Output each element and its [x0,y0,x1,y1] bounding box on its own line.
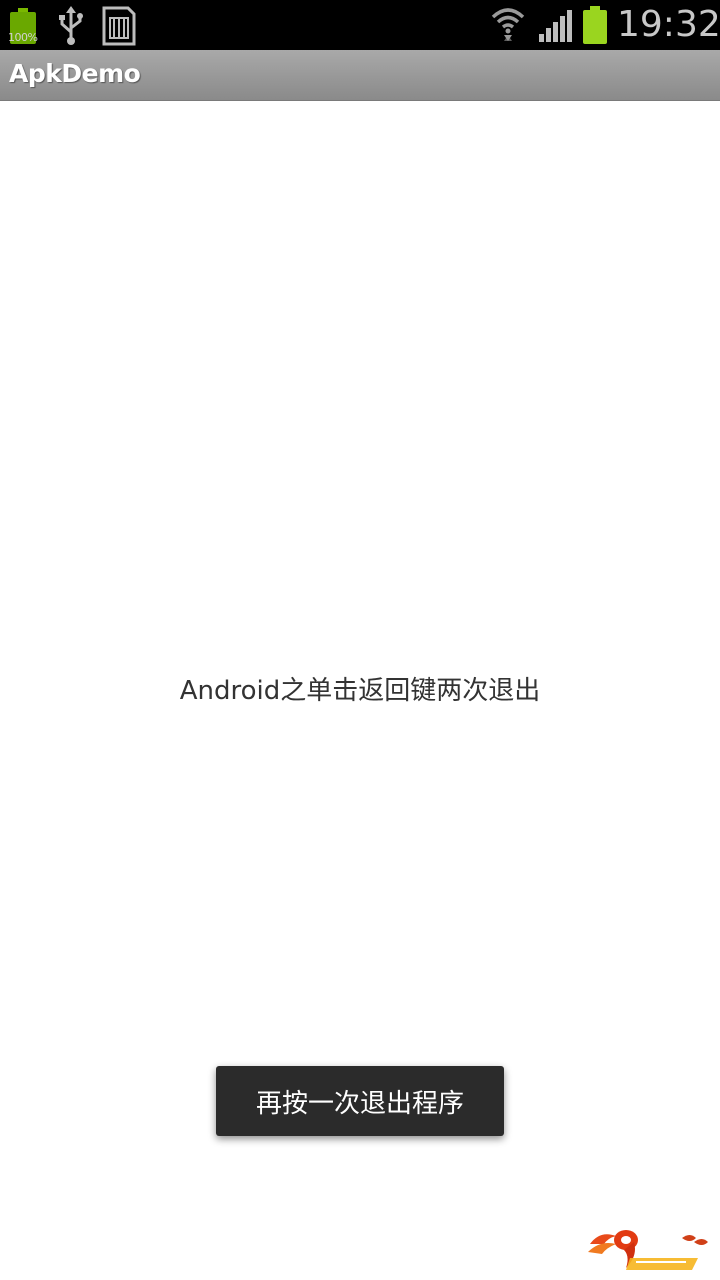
usb-icon [59,6,83,45]
status-bar: 100% 19:32 [0,0,720,50]
main-message: Android之单击返回键两次退出 [179,676,541,706]
app-title: ApkDemo [9,59,141,88]
sd-card-icon [102,6,136,46]
screen: 100% 19:32 ApkDemo Android之单击返回键两次退出 再按一… [0,0,720,1280]
battery-percent: 100% [8,31,38,44]
title-bar: ApkDemo [0,50,720,101]
wifi-icon [491,8,525,41]
signal-icon [539,10,572,42]
watermark-logo [588,1230,708,1270]
toast-text: 再按一次退出程序 [255,1088,464,1119]
clock: 19:32 [617,4,720,45]
toast: 再按一次退出程序 [216,1066,504,1136]
battery-icon [583,6,607,44]
